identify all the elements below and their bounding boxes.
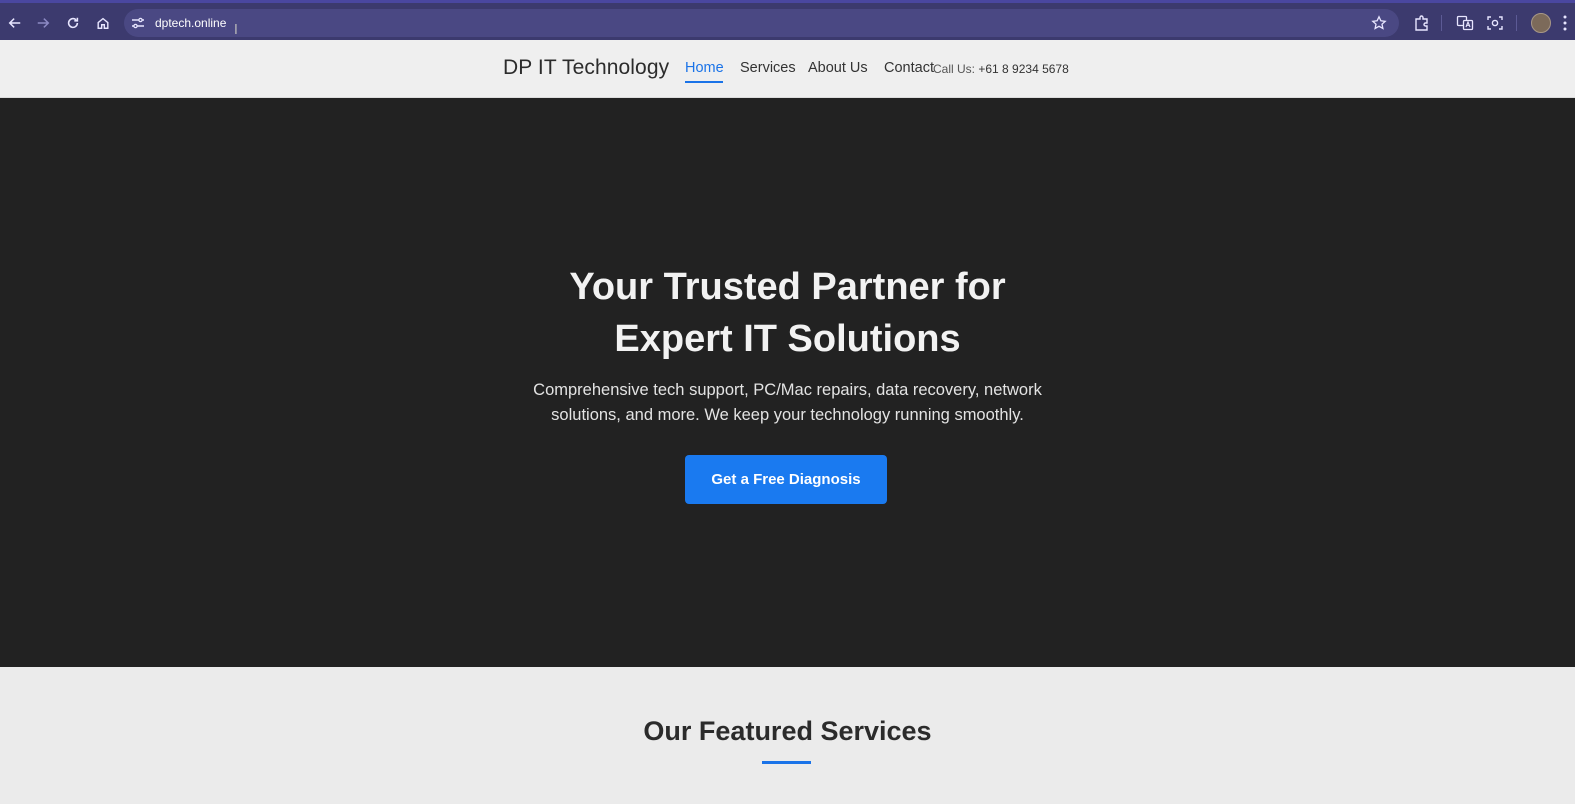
call-us-phone[interactable]: Call Us: +61 8 9234 5678: [933, 62, 1069, 76]
hero-subtitle-line1: Comprehensive tech support, PC/Mac repai…: [533, 381, 1042, 399]
profile-avatar[interactable]: [1531, 13, 1551, 33]
hero-title-line1: Your Trusted Partner for: [569, 266, 1006, 308]
call-label: Call Us:: [933, 62, 976, 76]
address-bar[interactable]: dptech.online: [124, 9, 1399, 37]
nav-services[interactable]: Services: [740, 60, 796, 76]
featured-services-section: Our Featured Services: [0, 667, 1575, 804]
site-logo-text[interactable]: DP IT Technology: [503, 56, 669, 80]
text-cursor-icon: I: [234, 23, 238, 38]
browser-toolbar: dptech.online I: [0, 0, 1575, 40]
forward-arrow-icon[interactable]: [28, 8, 58, 38]
active-nav-indicator: [685, 81, 723, 83]
toolbar-divider: [1516, 15, 1517, 31]
heading-underline: [762, 761, 811, 764]
hero-section: Your Trusted Partner for Expert IT Solut…: [0, 98, 1575, 667]
bookmark-star-icon[interactable]: [1371, 15, 1387, 31]
menu-dots-icon[interactable]: [1562, 14, 1568, 32]
hero-subtitle-line2: solutions, and more. We keep your techno…: [551, 406, 1024, 424]
back-arrow-icon[interactable]: [0, 8, 30, 38]
reload-icon[interactable]: [58, 8, 88, 38]
free-diagnosis-button[interactable]: Get a Free Diagnosis: [685, 455, 887, 504]
toolbar-divider: [1441, 15, 1442, 31]
featured-services-heading: Our Featured Services: [643, 716, 932, 746]
nav-home[interactable]: Home: [685, 60, 724, 76]
nav-about-us[interactable]: About Us: [808, 60, 868, 76]
phone-number[interactable]: +61 8 9234 5678: [978, 62, 1068, 76]
hero-title-line2: Expert IT Solutions: [614, 318, 961, 360]
nav-contact[interactable]: Contact: [884, 60, 934, 76]
screenshot-icon[interactable]: [1486, 14, 1504, 32]
hero-subtitle: Comprehensive tech support, PC/Mac repai…: [0, 378, 1575, 428]
url-text[interactable]: dptech.online: [155, 16, 226, 30]
translate-icon[interactable]: [1456, 14, 1474, 32]
site-header: DP IT Technology Home Services About Us …: [0, 40, 1575, 98]
site-settings-icon[interactable]: [130, 15, 146, 31]
hero-title: Your Trusted Partner for Expert IT Solut…: [0, 261, 1575, 365]
home-icon[interactable]: [88, 8, 118, 38]
extensions-icon[interactable]: [1413, 14, 1431, 32]
